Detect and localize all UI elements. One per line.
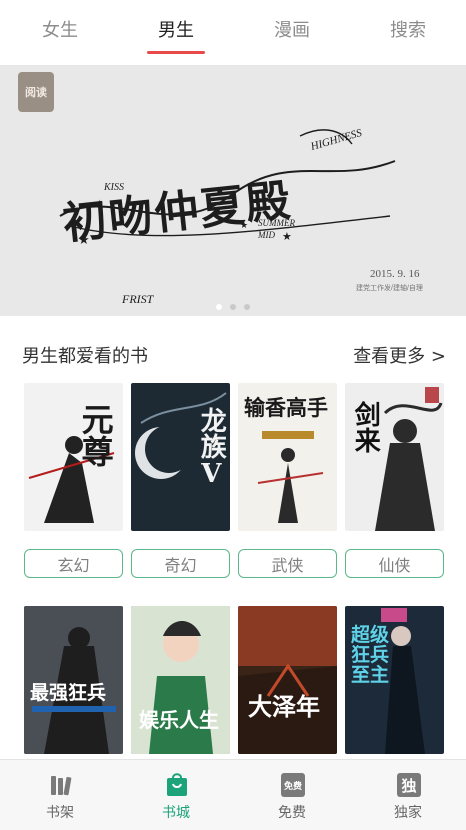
nav-bookshelf[interactable]: 书架 (2, 760, 118, 830)
shopping-bag-icon (167, 773, 187, 796)
banner-carousel[interactable]: 阅读 ★ ★ ★ ✦ 初吻仲夏殿 KISS FRIST HIGHNESS SUM… (0, 66, 466, 316)
book-cover[interactable]: 娱乐人生 (131, 606, 230, 754)
book-title: 剑来 (350, 401, 381, 453)
banner-word-kiss: KISS (104, 182, 124, 193)
top-tab-bar: 女生 男生 漫画 搜索 (0, 0, 466, 66)
section-title: 男生都爱看的书 (22, 346, 148, 367)
genre-tag-wuxia[interactable]: 武侠 (238, 549, 337, 578)
cover-art (24, 606, 123, 754)
book-cover[interactable]: 龙族Ⅴ (131, 383, 230, 531)
nav-bookstore[interactable]: 书城 (118, 760, 234, 830)
nav-exclusive[interactable]: 独 独家 (350, 760, 466, 830)
nav-free[interactable]: 免费 免费 (234, 760, 350, 830)
banner-date: 2015. 9. 16 (370, 268, 420, 280)
book-cover[interactable]: 输香高手 (238, 383, 337, 531)
book-title: 输香高手 (244, 395, 328, 420)
tab-male[interactable]: 男生 (118, 0, 234, 58)
genre-tag-xianxia[interactable]: 仙侠 (345, 549, 444, 578)
book-cover[interactable]: 大泽年 (238, 606, 337, 754)
banner-date-sub: 建党工作发/建轴/自理 (356, 285, 423, 292)
book-title: 娱乐人生 (139, 708, 219, 732)
section-header: 男生都爱看的书 查看更多 > (0, 316, 466, 386)
carousel-dot[interactable] (216, 304, 222, 310)
exclusive-badge-text: 独 (401, 776, 417, 795)
free-badge-icon: 免费 (281, 773, 305, 797)
bookshelf-icon (51, 776, 72, 796)
nav-bookstore-label: 书城 (162, 805, 190, 821)
genre-tag-qihuan[interactable]: 奇幻 (131, 549, 230, 578)
nav-exclusive-label: 独家 (394, 805, 422, 821)
active-tab-indicator (147, 51, 205, 54)
svg-text:★: ★ (282, 230, 292, 243)
book-cover[interactable]: 最强狂兵 (24, 606, 123, 754)
carousel-dot[interactable] (230, 304, 236, 310)
free-badge-text: 免费 (283, 781, 302, 792)
banner-word-summer: SUMMER (258, 218, 295, 228)
book-title: 元尊 (76, 403, 115, 467)
see-more-link[interactable]: 查看更多 > (353, 342, 446, 368)
carousel-indicator (0, 304, 466, 310)
banner-word-mid: MID (258, 230, 275, 240)
tab-female[interactable]: 女生 (2, 0, 118, 58)
carousel-dot[interactable] (244, 304, 250, 310)
nav-free-label: 免费 (278, 805, 306, 821)
book-cover[interactable]: 超级狂兵至主 (345, 606, 444, 754)
book-title: 超级狂兵至主 (351, 624, 390, 686)
tab-comics[interactable]: 漫画 (234, 0, 350, 58)
genre-tag-xuanhuan[interactable]: 玄幻 (24, 549, 123, 578)
book-title: 龙族Ⅴ (196, 407, 227, 489)
cover-art (238, 606, 337, 754)
nav-bookshelf-label: 书架 (46, 805, 74, 821)
book-cover[interactable]: 剑来 (345, 383, 444, 531)
tab-search[interactable]: 搜索 (350, 0, 466, 58)
exclusive-badge-icon: 独 (397, 773, 421, 797)
book-title: 大泽年 (248, 692, 320, 721)
book-cover[interactable]: 元尊 (24, 383, 123, 531)
book-title: 最强狂兵 (30, 682, 107, 704)
bottom-nav-bar: 书架 书城 免费 免费 独 独家 (0, 759, 466, 830)
